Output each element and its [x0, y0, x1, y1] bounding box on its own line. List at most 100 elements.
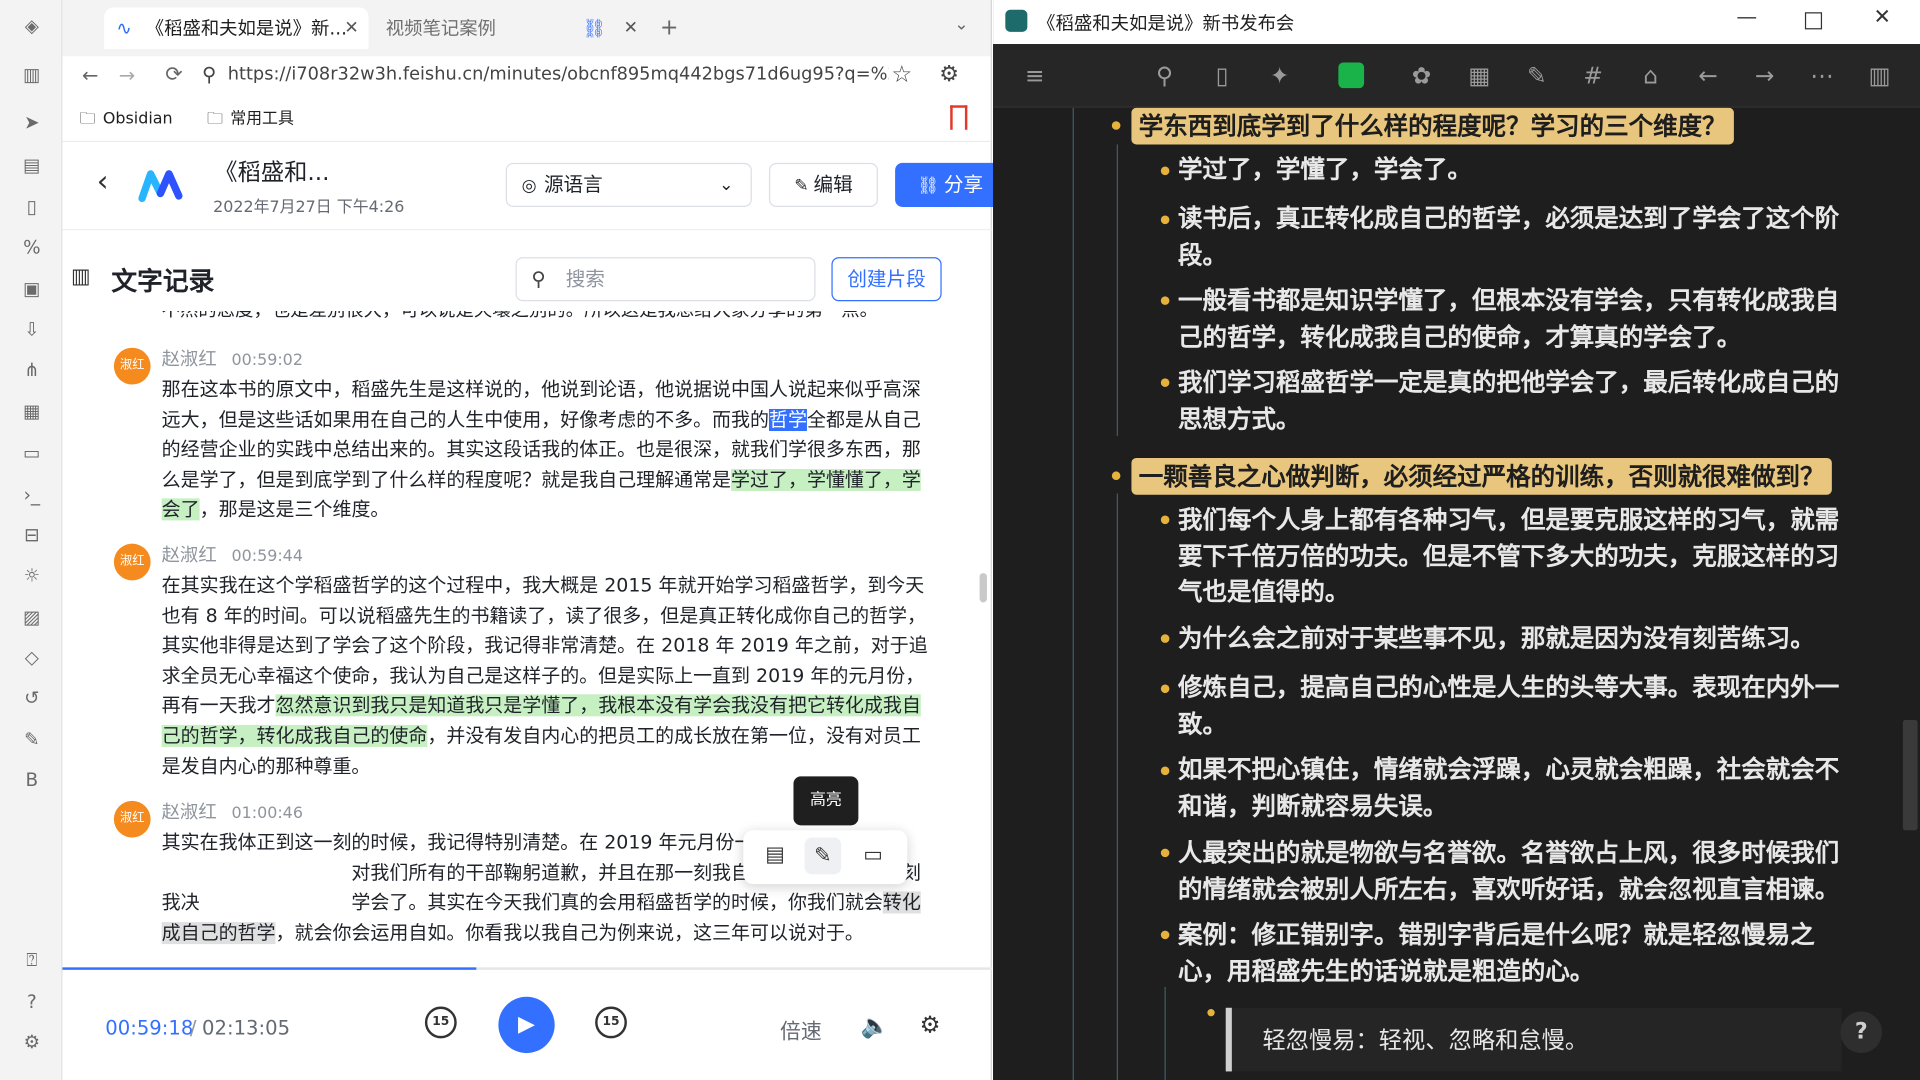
pen-icon[interactable]: ✎ [18, 726, 45, 753]
minimize-icon[interactable]: — [1736, 5, 1757, 29]
hashtag-icon[interactable]: # [1578, 61, 1607, 90]
note-bullet[interactable]: 学过了，学懂了，学会了。 [1178, 152, 1839, 188]
help-box-icon[interactable]: ⍰ [18, 947, 45, 974]
favorite-star-icon[interactable]: ☆ [891, 61, 912, 88]
tab-active[interactable]: ∿ 《稻盛和夫如是说》新... ✕ [104, 7, 369, 49]
back-arrow-icon[interactable]: ← [82, 64, 98, 87]
edit-pen-icon[interactable]: ✎ [1522, 61, 1551, 90]
player-settings-icon[interactable]: ⚙ [920, 1011, 941, 1038]
timestamp[interactable]: 00:59:44 [231, 547, 302, 565]
link-icon[interactable]: ⛓ [583, 7, 606, 49]
note-bullet[interactable]: 修炼自己，提高自己的心性是人生的头等大事。表现在内外一致。 [1178, 670, 1839, 743]
forward-arrow-icon[interactable]: → [1750, 61, 1779, 90]
obsidian-window: 《稻盛和夫如是说》新书发布会 — ✕ ≡ ⚲ ▯ ✦ ✿ ▦ ✎ # ⌂ ← →… [993, 0, 1920, 1080]
close-window-icon[interactable]: ✕ [1873, 5, 1890, 29]
bookmark-tools[interactable]: 🗀 常用工具 [207, 108, 294, 132]
note-bullet[interactable]: 案例：修正错别字。错别字背后是什么呢？就是轻忽慢易之心，用稻盛先生的话说就是粗造… [1178, 917, 1839, 990]
bold-b-icon[interactable]: B [18, 767, 45, 794]
bookmark-flag-icon[interactable] [950, 105, 968, 130]
calendar-icon[interactable]: ▦ [1465, 61, 1494, 90]
tab-list-chevron-icon[interactable]: ⌄ [954, 15, 968, 35]
transcript-scrollbar[interactable] [979, 573, 987, 603]
section-title: 文字记录 [111, 266, 215, 297]
settings-gear-icon[interactable]: ⚙ [18, 1029, 45, 1056]
reload-icon[interactable]: ⟳ [165, 62, 182, 86]
more-icon[interactable]: ⋯ [1807, 61, 1836, 90]
note-bullet[interactable]: 如果不把心镇住，情绪就会浮躁，心灵就会粗躁，社会就会不和谐，判断就容易失误。 [1178, 752, 1839, 825]
forward-arrow-icon[interactable]: → [119, 64, 135, 87]
play-button[interactable]: ▶ [498, 996, 555, 1054]
edge-logo-icon[interactable]: ◈ [18, 12, 45, 39]
document-icon[interactable]: ▤ [765, 842, 785, 866]
tag-icon[interactable]: ◇ [18, 644, 45, 671]
graph-icon[interactable]: ⋔ [18, 356, 45, 383]
grid-icon[interactable]: ▦ [18, 398, 45, 425]
volume-icon[interactable]: 🔈 [861, 1011, 890, 1040]
quote-text[interactable]: 轻忽慢易：轻视、忽略和怠慢。 [1262, 1022, 1588, 1055]
back-chevron-icon[interactable]: ‹ [97, 164, 109, 198]
rewind-15-button[interactable]: 15 [424, 1006, 457, 1039]
highlighter-icon[interactable]: ✎ [804, 837, 842, 875]
table-icon[interactable]: ▤ [18, 152, 45, 179]
new-tab-icon[interactable]: + [660, 15, 678, 41]
cloud-sync-icon[interactable]: ✿ [1407, 61, 1436, 90]
tab-inactive[interactable]: 视频笔记案例 ⛓ ✕ [383, 7, 647, 49]
outline-toggle-icon[interactable]: ▥ [71, 264, 91, 288]
heading-highlight[interactable]: 学东西到底学到了什么样的程度呢？学习的三个维度？ [1131, 107, 1734, 145]
create-clip-button[interactable]: 创建片段 [831, 257, 942, 302]
timestamp[interactable]: 00:59:02 [231, 351, 302, 369]
scroll-thumb[interactable] [1902, 720, 1918, 831]
sidebar-toggle-icon[interactable]: ▥ [18, 61, 45, 88]
new-file-icon[interactable]: ▯ [1207, 61, 1236, 90]
heading-highlight[interactable]: 一颗善良之心做判断，必须经过严格的训练，否则就很难做到？ [1131, 457, 1832, 495]
note-bullet[interactable]: 为什么会之前对于某些事不见，那就是因为没有刻苦练习。 [1178, 621, 1839, 657]
terminal-icon[interactable]: ›_ [18, 481, 45, 508]
note-scrollbar[interactable] [1900, 107, 1920, 1080]
maximize-icon[interactable] [1804, 12, 1823, 30]
percent-icon[interactable]: % [18, 234, 45, 261]
note-bullet[interactable]: 我们每个人身上都有各种习气，但是要克服这样的习气，就需要下千倍万倍的功夫。但是不… [1178, 502, 1839, 611]
url-field[interactable]: https://i708r32w3h.feishu.cn/minutes/obc… [228, 65, 889, 85]
green-status-icon[interactable] [1338, 62, 1365, 89]
transcript-paragraph[interactable]: 那在这本书的原文中，稻盛先生是这样说的，他说到论语，他说据说中国人说起来似乎高深… [161, 375, 933, 526]
comment-icon[interactable]: ▭ [863, 842, 883, 866]
bulb-icon[interactable]: ☼ [18, 562, 45, 589]
bookmark-icon[interactable]: ▯ [18, 193, 45, 220]
tab-title: 视频笔记案例 [385, 17, 496, 40]
close-tab-icon[interactable]: ✕ [624, 7, 638, 49]
timestamp[interactable]: 01:00:46 [231, 804, 302, 822]
share-button[interactable]: ⛓ 分享 [895, 162, 1006, 207]
home-icon[interactable]: ⌂ [1636, 61, 1665, 90]
transcript-span-sel[interactable]: 哲学 [769, 408, 807, 431]
transcript-span[interactable]: ，那是这是三个维度。 [200, 499, 390, 521]
image-icon[interactable]: ▨ [18, 604, 45, 631]
history-icon[interactable]: ↺ [18, 684, 45, 711]
edit-button[interactable]: ✎ 编辑 [768, 162, 878, 207]
send-icon[interactable]: ➤ [18, 109, 45, 136]
layout-icon[interactable]: ⊟ [18, 522, 45, 549]
forward-15-button[interactable]: 15 [595, 1006, 627, 1039]
search-icon[interactable]: ⚲ [1150, 61, 1179, 90]
transcript-search-input[interactable]: ⚲ 搜索 [515, 257, 816, 302]
back-arrow-icon[interactable]: ← [1693, 61, 1722, 90]
note-bullet[interactable]: 我们学习稻盛哲学一定是真的把他学会了，最后转化成自己的思想方式。 [1178, 365, 1839, 438]
avatar: 淑红 [113, 347, 151, 385]
menu-icon[interactable]: ≡ [1020, 61, 1049, 90]
right-sidebar-toggle-icon[interactable]: ▥ [1865, 61, 1894, 90]
speed-button[interactable]: 倍速 [780, 1014, 822, 1044]
calendar-icon[interactable]: ▭ [18, 440, 45, 467]
note-bullet[interactable]: 人最突出的就是物欲与名誉欲。名誉欲占上风，很多时候我们的情绪就会被别人所左右，喜… [1178, 835, 1839, 908]
help-button[interactable]: ? [1840, 1011, 1883, 1054]
settings-gear-icon[interactable]: ⚙ [939, 61, 959, 87]
question-icon[interactable]: ? [18, 988, 45, 1015]
file-transfer-icon[interactable]: ⇩ [18, 316, 45, 343]
bookmark-obsidian[interactable]: 🗀 Obsidian [80, 108, 173, 132]
magic-wand-icon[interactable]: ✦ [1265, 61, 1294, 90]
note-bullet[interactable]: 一般看书都是知识学懂了，但根本没有学会，只有转化成我自己的哲学，转化成我自己的使… [1178, 283, 1839, 356]
close-tab-icon[interactable]: ✕ [344, 7, 358, 49]
transcript-span[interactable]: ，就会你会运用自如。你看我以我自己为例来说，这三年可以说对于。 [276, 922, 864, 944]
note-bullet[interactable]: 读书后，真正转化成自己的哲学，必须是达到了学会了这个阶段。 [1178, 201, 1839, 274]
language-select[interactable]: ◎ 源语言 ⌄ [505, 162, 752, 207]
docs-icon[interactable]: ▣ [18, 276, 45, 303]
transcript-paragraph[interactable]: 在其实我在这个学稻盛哲学的这个过程中，我大概是 2015 年就开始学习稻盛哲学，… [161, 571, 933, 782]
